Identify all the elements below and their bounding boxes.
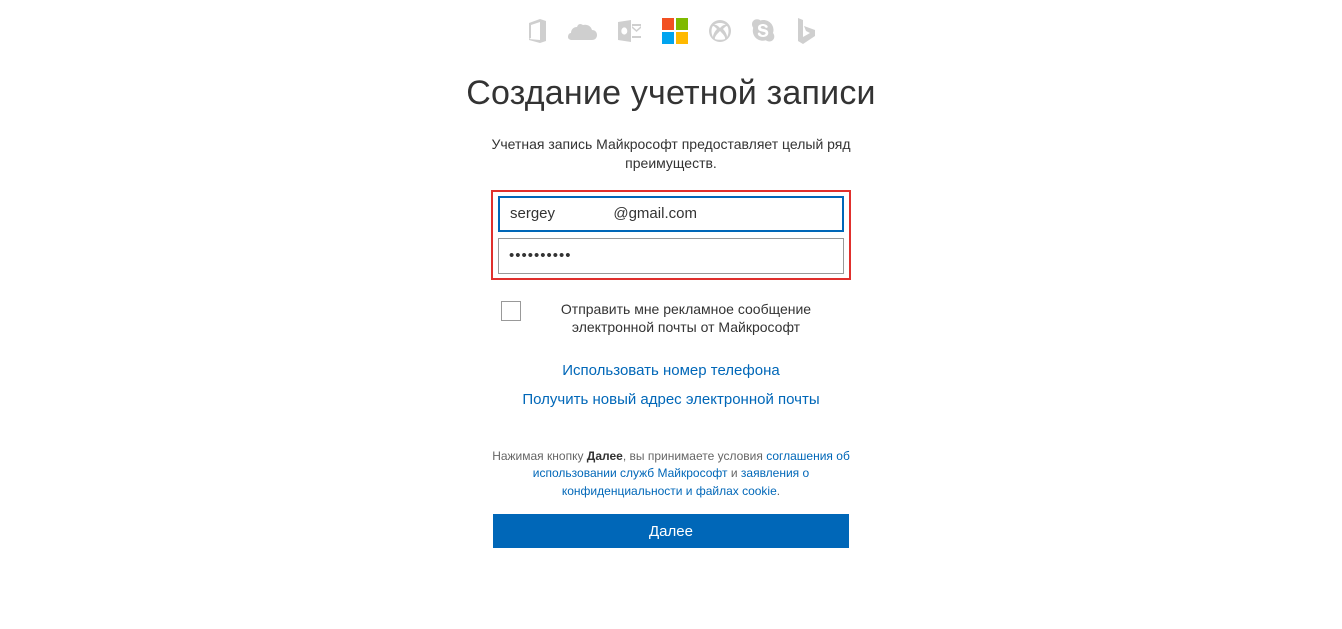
legal-mid1: , вы принимаете условия: [623, 449, 766, 463]
legal-suffix: .: [777, 484, 780, 498]
promo-checkbox[interactable]: [501, 301, 521, 321]
page-subtitle: Учетная запись Майкрософт предоставляет …: [481, 135, 861, 174]
next-button[interactable]: Далее: [493, 514, 849, 548]
microsoft-logo: [662, 18, 688, 44]
form-highlight-box: [491, 190, 851, 280]
onedrive-icon: [568, 21, 598, 41]
signup-page: Создание учетной записи Учетная запись М…: [0, 0, 1342, 548]
bing-icon: [796, 18, 816, 44]
legal-mid2: и: [728, 466, 741, 480]
skype-icon: [752, 19, 776, 43]
xbox-icon: [708, 19, 732, 43]
office-icon: [526, 19, 548, 43]
legal-prefix: Нажимая кнопку: [492, 449, 587, 463]
get-new-email-link[interactable]: Получить новый адрес электронной почты: [522, 391, 819, 408]
use-phone-link[interactable]: Использовать номер телефона: [562, 362, 779, 379]
promo-checkbox-label: Отправить мне рекламное сообщение электр…: [531, 300, 841, 336]
email-field[interactable]: [498, 196, 844, 232]
promo-checkbox-row: Отправить мне рекламное сообщение электр…: [501, 300, 841, 336]
password-field[interactable]: [498, 238, 844, 274]
legal-text: Нажимая кнопку Далее, вы принимаете усло…: [491, 448, 851, 500]
outlook-icon: [618, 20, 642, 42]
page-title: Создание учетной записи: [466, 72, 875, 115]
product-icons-row: [526, 18, 816, 44]
legal-bold: Далее: [587, 449, 623, 463]
